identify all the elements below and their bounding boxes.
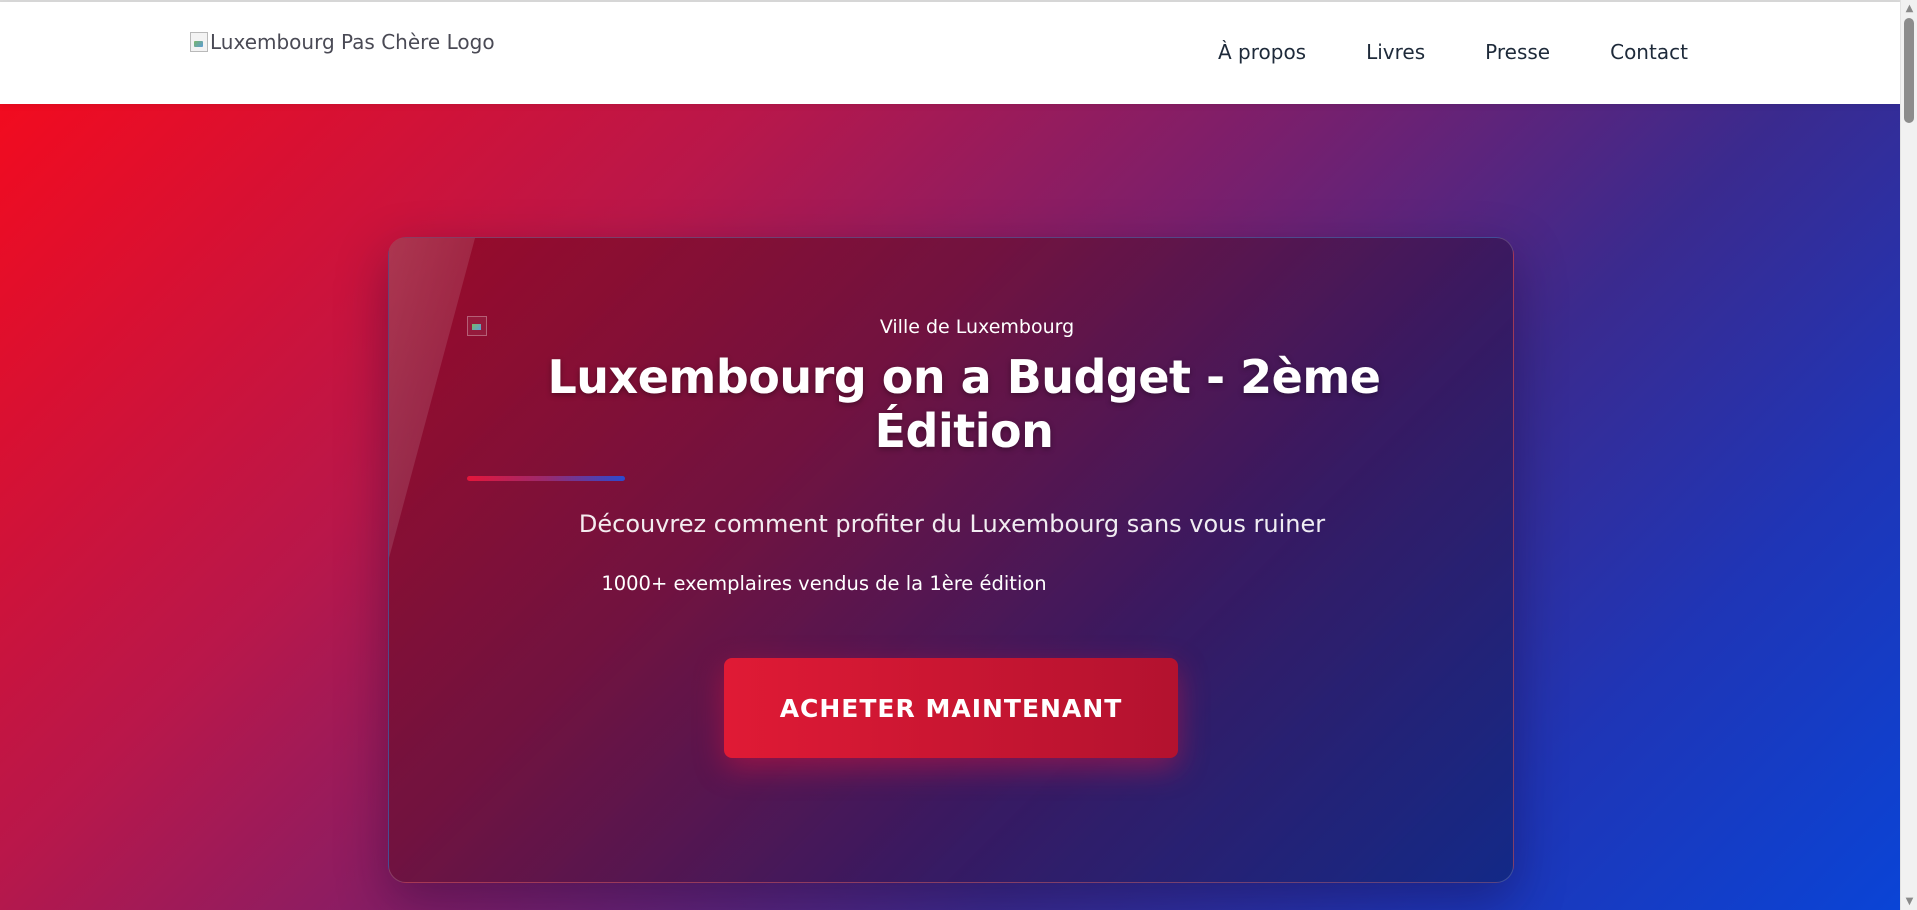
nav-link-a-propos[interactable]: À propos [1218,40,1306,64]
buy-now-button[interactable]: ACHETER MAINTENANT [724,658,1178,758]
hero-card: Ville de Luxembourg Luxembourg on a Budg… [388,237,1514,883]
hero-image-alt-text: Ville de Luxembourg [879,316,1075,338]
main-nav: À propos Livres Presse Contact [1218,40,1688,64]
chevron-down-icon[interactable]: ▼ [1901,893,1917,910]
site-header: Luxembourg Pas Chère Logo À propos Livre… [0,2,1900,104]
nav-link-contact[interactable]: Contact [1610,40,1688,64]
sales-note: 1000+ exemplaires vendus de la 1ère édit… [601,572,1047,595]
nav-link-presse[interactable]: Presse [1485,40,1550,64]
browser-viewport: Luxembourg Pas Chère Logo À propos Livre… [0,0,1900,910]
title-accent-bar [467,476,625,481]
hero-title: Luxembourg on a Budget - 2ème Édition [547,350,1382,458]
logo-alt-text: Luxembourg Pas Chère Logo [210,30,495,54]
scrollbar-thumb[interactable] [1904,18,1914,123]
hero-subtitle: Découvrez comment profiter du Luxembourg… [578,510,1326,538]
nav-link-livres[interactable]: Livres [1366,40,1425,64]
chevron-up-icon[interactable]: ▲ [1901,0,1917,17]
broken-image-icon [190,32,208,52]
hero-section: Ville de Luxembourg Luxembourg on a Budg… [0,104,1900,910]
site-logo[interactable]: Luxembourg Pas Chère Logo [190,30,495,54]
broken-image-icon [467,316,487,336]
page-scrollbar[interactable]: ▲ ▼ [1900,0,1917,910]
